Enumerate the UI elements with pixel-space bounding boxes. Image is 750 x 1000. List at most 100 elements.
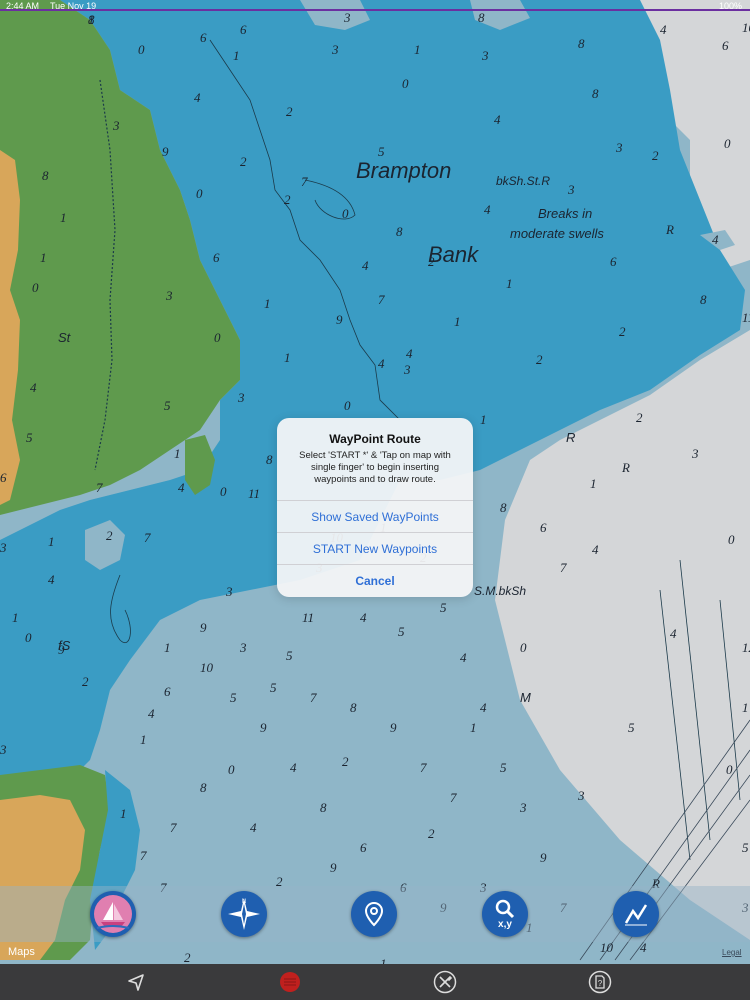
depth-sounding: 0 [138, 42, 145, 57]
depth-sounding: 11 [248, 486, 261, 501]
depth-sounding: 10 [600, 940, 613, 955]
depth-sounding: 1 [742, 700, 749, 715]
depth-sounding: 3 [0, 540, 7, 555]
tools-button[interactable] [431, 968, 459, 996]
depth-sounding: 7 [144, 530, 151, 545]
depth-sounding: 12 [742, 640, 750, 655]
depth-sounding: 6 [200, 30, 207, 45]
depth-sounding: 7 [560, 560, 567, 575]
depth-sounding: 1 [40, 250, 47, 265]
compass-button[interactable]: N [221, 891, 267, 937]
top-accent-line [0, 9, 750, 11]
depth-sounding: 11 [302, 610, 315, 625]
depth-sounding: 4 [290, 760, 297, 775]
depth-sounding: 0 [724, 136, 731, 151]
depth-sounding: 4 [670, 626, 677, 641]
dialog-title: WayPoint Route [329, 432, 421, 446]
depth-sounding: 8 [266, 452, 273, 467]
depth-sounding: 3 [240, 640, 247, 655]
chart-label-breaks: Breaks in [538, 206, 593, 221]
depth-sounding: 6 [610, 254, 617, 269]
depth-sounding: 0 [728, 532, 735, 547]
depth-sounding: 3 [404, 362, 411, 377]
waypoint-route-dialog: WayPoint Route Select 'START *' & 'Tap o… [277, 418, 473, 597]
depth-sounding: 9 [540, 850, 547, 865]
depth-sounding: 4 [406, 346, 413, 361]
depth-sounding: 1 [120, 806, 127, 821]
sailboat-button[interactable] [90, 891, 136, 937]
svg-text:?: ? [598, 979, 603, 988]
bottom-tab-bar [0, 964, 750, 1000]
depth-sounding: 4 [360, 610, 367, 625]
location-pin-button[interactable] [351, 891, 397, 937]
show-saved-waypoints-button[interactable]: Show Saved WayPoints [277, 500, 473, 533]
navigate-arrow-icon [128, 974, 144, 991]
depth-sounding: 1 [164, 640, 171, 655]
depth-sounding: 2 [619, 324, 626, 339]
depth-sounding: 8 [478, 10, 485, 25]
depth-sounding: 8 [200, 780, 207, 795]
depth-sounding: 2 [636, 410, 643, 425]
depth-sounding: 4 [494, 112, 501, 127]
depth-sounding: 9 [336, 312, 343, 327]
depth-sounding: 5 [270, 680, 277, 695]
depth-sounding: 1 [506, 276, 513, 291]
depth-sounding: 8 [320, 800, 327, 815]
chart-label-r: R [566, 430, 576, 445]
depth-sounding: 1 [284, 350, 291, 365]
depth-sounding: 2 [428, 254, 435, 269]
depth-sounding: 5 [378, 144, 385, 159]
route-graph-button[interactable] [613, 891, 659, 937]
route-graph-icon [624, 904, 648, 926]
depth-sounding: 1 [414, 42, 421, 57]
depth-sounding: R [622, 460, 630, 475]
cancel-button[interactable]: Cancel [277, 564, 473, 597]
depth-sounding: 0 [196, 186, 203, 201]
depth-sounding: 11 [742, 310, 750, 325]
chart-label-swells: moderate swells [510, 226, 604, 241]
depth-sounding: 9 [390, 720, 397, 735]
depth-sounding: 0 [32, 280, 39, 295]
depth-sounding: 5 [230, 690, 237, 705]
dialog-message: Select 'START *' & 'Tap on map with sing… [299, 450, 451, 485]
record-stop-button[interactable] [276, 968, 304, 996]
depth-sounding: 4 [30, 380, 37, 395]
depth-sounding: 3 [113, 118, 120, 133]
depth-sounding: 7 [96, 480, 103, 495]
depth-sounding: R [666, 222, 674, 237]
help-document-button[interactable]: ? [586, 968, 614, 996]
depth-sounding: 0 [25, 630, 32, 645]
depth-sounding: 3 [0, 742, 7, 757]
depth-sounding: 8 [500, 500, 507, 515]
depth-sounding: 7 [301, 174, 308, 189]
legal-link[interactable]: Legal [722, 948, 742, 957]
depth-sounding: 0 [520, 640, 527, 655]
start-new-waypoints-button[interactable]: START New Waypoints [277, 532, 473, 565]
depth-sounding: 2 [286, 104, 293, 119]
depth-sounding: 0 [214, 330, 221, 345]
depth-sounding: 9 [200, 620, 207, 635]
depth-sounding: 7 [378, 292, 385, 307]
search-xy-button[interactable]: x,y [482, 891, 528, 937]
depth-sounding: 1 [454, 314, 461, 329]
depth-sounding: 9 [58, 642, 65, 657]
depth-sounding: 2 [342, 754, 349, 769]
depth-sounding: 8 [350, 700, 357, 715]
navigate-arrow-button[interactable] [122, 968, 150, 996]
depth-sounding: 1 [12, 610, 19, 625]
depth-sounding: 3 [166, 288, 173, 303]
record-stop-icon [280, 972, 300, 992]
depth-sounding: 4 [194, 90, 201, 105]
depth-sounding: 6 [360, 840, 367, 855]
depth-sounding: 9 [260, 720, 267, 735]
depth-sounding: 2 [536, 352, 543, 367]
depth-sounding: 7 [420, 760, 427, 775]
land-sand [0, 150, 20, 505]
depth-sounding: 3 [520, 800, 527, 815]
depth-sounding: 5 [286, 648, 293, 663]
chart-label-bank: Bank [428, 242, 479, 267]
location-pin-icon [364, 901, 384, 927]
depth-sounding: 4 [484, 202, 491, 217]
depth-sounding: 5 [26, 430, 33, 445]
depth-sounding: 7 [140, 848, 147, 863]
